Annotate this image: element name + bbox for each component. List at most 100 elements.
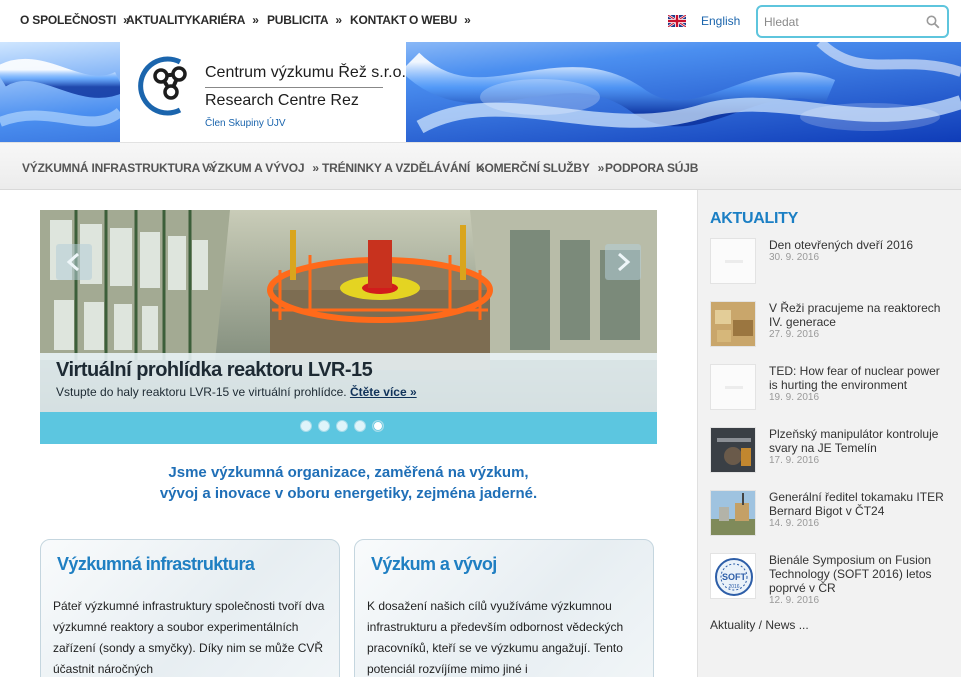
search-input[interactable] bbox=[764, 13, 924, 31]
infrastructure-box[interactable]: Výzkumná infrastruktura Páteř výzkumné i… bbox=[40, 539, 340, 677]
box-title[interactable]: Výzkumná infrastruktura bbox=[57, 554, 255, 575]
slider-prev-button[interactable] bbox=[56, 244, 92, 280]
subnav-label: TRÉNINKY A VZDĚLÁVÁNÍ bbox=[322, 161, 471, 175]
topnav-item-aktuality[interactable]: AKTUALITY bbox=[126, 13, 192, 27]
news-title[interactable]: TED: How fear of nuclear power is hurtin… bbox=[769, 364, 940, 392]
main-navigation: VÝZKUMNÁ INFRASTRUKTURA» VÝZKUM A VÝVOJ»… bbox=[0, 142, 961, 190]
subnav-label: PODPORA SÚJB bbox=[605, 161, 699, 175]
logo-name-cz: Centrum výzkumu Řež s.r.o. bbox=[205, 64, 406, 81]
slider-dot-1[interactable] bbox=[300, 420, 312, 432]
news-item[interactable]: SOFT 2016 Bienále Symposium on Fusion Te… bbox=[710, 553, 955, 606]
topnav-label: AKTUALITY bbox=[126, 13, 193, 27]
slide-caption: Virtuální prohlídka reaktoru LVR-15 Vstu… bbox=[40, 353, 657, 412]
language-label[interactable]: English bbox=[701, 14, 740, 28]
news-thumbnail bbox=[710, 238, 756, 284]
intro-line-2: vývoj a inovace v oboru energetiky, zejm… bbox=[159, 485, 538, 502]
topnav-item-kontakt[interactable]: KONTAKT bbox=[350, 13, 407, 27]
logo-tagline: Člen Skupiny ÚJV bbox=[205, 118, 286, 129]
topnav-item-o-spolecnosti[interactable]: O SPOLEČNOSTI» bbox=[20, 13, 130, 27]
slider-dot-3[interactable] bbox=[336, 420, 348, 432]
chevron-left-icon bbox=[66, 252, 79, 272]
news-item[interactable]: V Řeži pracujeme na reaktorech IV. gener… bbox=[710, 301, 955, 351]
slide-read-more-link[interactable]: Čtěte více » bbox=[350, 385, 417, 399]
news-thumbnail bbox=[710, 364, 756, 410]
news-item[interactable]: Plzeňský manipulátor kontroluje svary na… bbox=[710, 427, 955, 477]
slider-next-button[interactable] bbox=[605, 244, 641, 280]
chevron-right-icon bbox=[618, 252, 631, 272]
topnav-label: KARIÉRA bbox=[192, 13, 246, 27]
chevron-right-icon: » bbox=[252, 13, 259, 27]
slide-description: Vstupte do haly reaktoru LVR-15 ve virtu… bbox=[56, 385, 347, 399]
topnav-label: PUBLICITA bbox=[267, 13, 329, 27]
research-box[interactable]: Výzkum a vývoj K dosažení našich cílů vy… bbox=[354, 539, 654, 677]
slide-title: Virtuální prohlídka reaktoru LVR-15 bbox=[56, 359, 373, 381]
news-thumbnail bbox=[710, 490, 756, 536]
news-date: 14. 9. 2016 bbox=[769, 518, 820, 529]
subnav-item-vyzkumna-infrastruktura[interactable]: VÝZKUMNÁ INFRASTRUKTURA» bbox=[22, 161, 215, 175]
subnav-label: VÝZKUM A VÝVOJ bbox=[202, 161, 305, 175]
chevron-right-icon: » bbox=[464, 13, 471, 27]
intro-statement: Jsme výzkumná organizace, zaměřená na vý… bbox=[40, 462, 657, 504]
topnav-label: KONTAKT bbox=[350, 13, 407, 27]
news-title[interactable]: Plzeňský manipulátor kontroluje svary na… bbox=[769, 427, 938, 455]
site-logo[interactable]: Centrum výzkumu Řež s.r.o. Research Cent… bbox=[120, 42, 406, 142]
news-text: V Řeži pracujeme na reaktorech IV. gener… bbox=[769, 301, 949, 341]
subnav-label: VÝZKUMNÁ INFRASTRUKTURA bbox=[22, 161, 201, 175]
news-date: 30. 9. 2016 bbox=[769, 252, 820, 263]
news-date: 12. 9. 2016 bbox=[769, 595, 820, 606]
soft-logo-text: SOFT bbox=[722, 572, 747, 582]
topnav-label: O SPOLEČNOSTI bbox=[20, 13, 117, 27]
box-title[interactable]: Výzkum a vývoj bbox=[371, 554, 497, 575]
soft-logo-year: 2016 bbox=[728, 584, 739, 590]
slider-dot-4[interactable] bbox=[354, 420, 366, 432]
logo-name-en: Research Centre Rez bbox=[205, 92, 359, 109]
news-item[interactable]: Generální ředitel tokamaku ITER Bernard … bbox=[710, 490, 955, 540]
hero-slider: Virtuální prohlídka reaktoru LVR-15 Vstu… bbox=[40, 210, 657, 444]
news-thumbnail bbox=[710, 301, 756, 347]
logo-divider bbox=[205, 87, 383, 88]
news-thumbnail bbox=[710, 427, 756, 473]
news-text: Plzeňský manipulátor kontroluje svary na… bbox=[769, 427, 949, 467]
news-item[interactable]: TED: How fear of nuclear power is hurtin… bbox=[710, 364, 955, 414]
top-navigation: O SPOLEČNOSTI» AKTUALITY KARIÉRA» PUBLIC… bbox=[0, 0, 961, 42]
soft-logo-icon: SOFT 2016 bbox=[711, 554, 755, 598]
topnav-item-o-webu[interactable]: O WEBU » bbox=[409, 13, 471, 27]
search-box bbox=[756, 5, 949, 38]
subnav-item-vyzkum-a-vyvoj[interactable]: VÝZKUM A VÝVOJ » bbox=[202, 161, 319, 175]
news-title[interactable]: Den otevřených dveří 2016 bbox=[769, 238, 913, 252]
uk-flag-icon bbox=[668, 15, 686, 27]
news-date: 27. 9. 2016 bbox=[769, 329, 820, 340]
topnav-item-publicita[interactable]: PUBLICITA » bbox=[267, 13, 342, 27]
subnav-label: KOMERČNÍ SLUŽBY bbox=[476, 161, 590, 175]
news-text: Generální ředitel tokamaku ITER Bernard … bbox=[769, 490, 949, 530]
topnav-item-kariera[interactable]: KARIÉRA » bbox=[192, 13, 259, 27]
box-text: Páteř výzkumné infrastruktury společnost… bbox=[53, 599, 325, 676]
news-date: 19. 9. 2016 bbox=[769, 392, 820, 403]
news-item[interactable]: Den otevřených dveří 2016 30. 9. 2016 bbox=[710, 238, 955, 288]
search-icon[interactable] bbox=[926, 15, 940, 34]
topnav-label: O WEBU bbox=[409, 13, 458, 27]
news-title[interactable]: Bienále Symposium on Fusion Technology (… bbox=[769, 553, 932, 595]
chevron-right-icon: » bbox=[597, 161, 605, 175]
slide-text: Vstupte do haly reaktoru LVR-15 ve virtu… bbox=[56, 385, 417, 399]
news-text: TED: How fear of nuclear power is hurtin… bbox=[769, 364, 949, 404]
language-switcher[interactable]: English bbox=[668, 14, 740, 28]
box-text: K dosažení našich cílů využíváme výzkumn… bbox=[367, 599, 624, 676]
news-heading: AKTUALITY bbox=[710, 210, 798, 227]
slider-dot-5[interactable] bbox=[372, 420, 384, 432]
news-title[interactable]: Generální ředitel tokamaku ITER Bernard … bbox=[769, 490, 944, 518]
company-logo-icon bbox=[138, 56, 187, 116]
slider-pagination bbox=[300, 420, 384, 432]
news-text: Den otevřených dveří 2016 30. 9. 2016 bbox=[769, 238, 949, 264]
subnav-item-komercni-sluzby[interactable]: KOMERČNÍ SLUŽBY » bbox=[476, 161, 604, 175]
subnav-item-podpora-sujb[interactable]: PODPORA SÚJB bbox=[605, 161, 698, 175]
news-sidebar: AKTUALITY Den otevřených dveří 2016 30. … bbox=[697, 190, 961, 677]
news-date: 17. 9. 2016 bbox=[769, 455, 820, 466]
slider-dot-2[interactable] bbox=[318, 420, 330, 432]
news-archive-link[interactable]: Aktuality / News ... bbox=[710, 618, 809, 632]
chevron-right-icon: » bbox=[312, 161, 319, 175]
news-thumbnail: SOFT 2016 bbox=[710, 553, 756, 599]
subnav-item-treninky[interactable]: TRÉNINKY A VZDĚLÁVÁNÍ» bbox=[322, 161, 485, 175]
news-title[interactable]: V Řeži pracujeme na reaktorech IV. gener… bbox=[769, 301, 940, 329]
news-text: Bienále Symposium on Fusion Technology (… bbox=[769, 553, 949, 607]
